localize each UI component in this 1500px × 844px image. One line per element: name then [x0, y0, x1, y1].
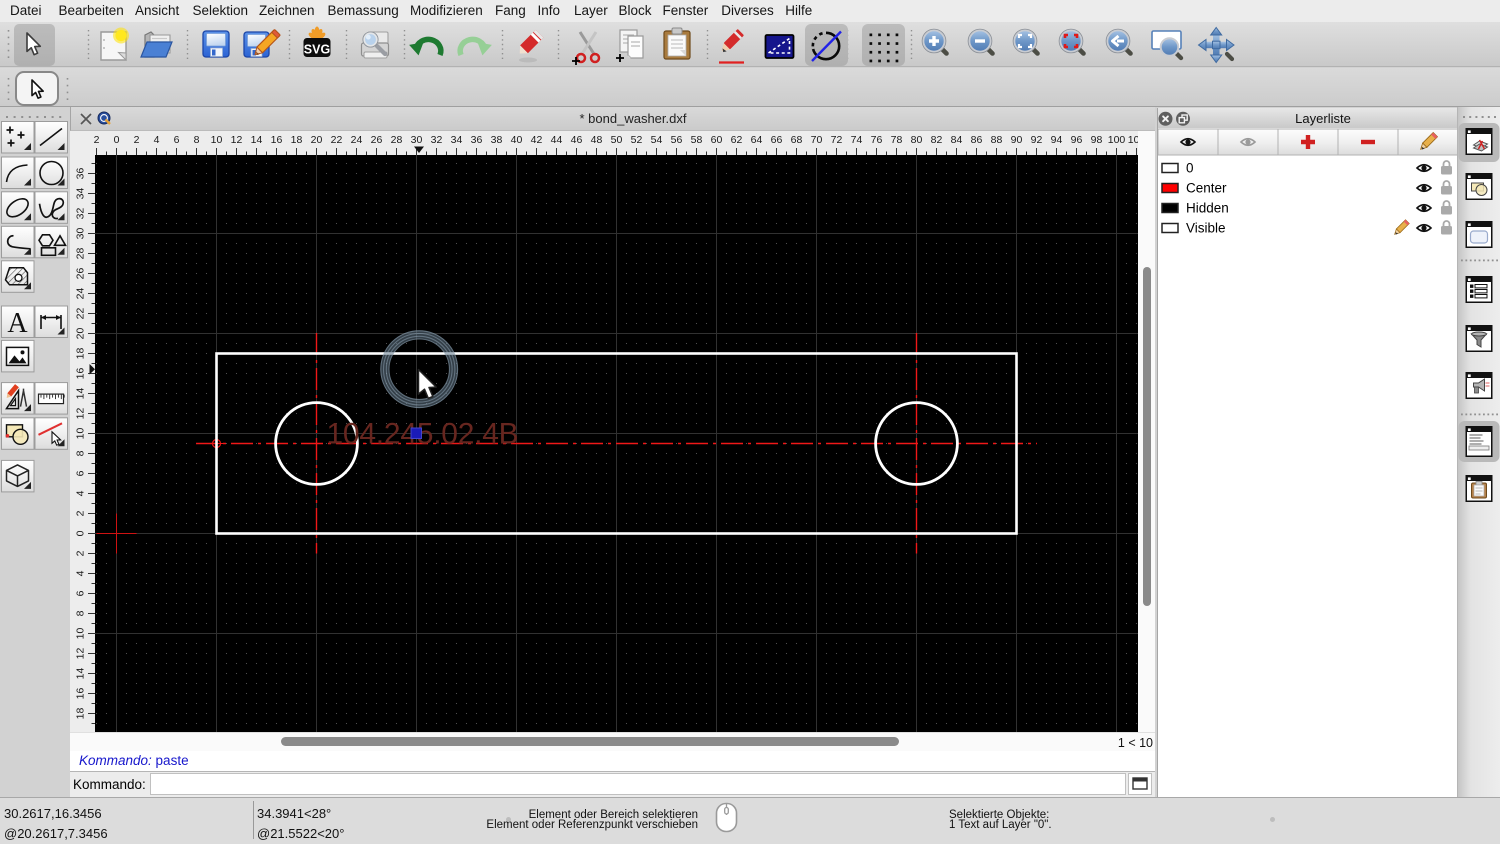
svg-text:Hidden: Hidden — [1186, 201, 1229, 216]
svg-text:70: 70 — [811, 134, 823, 146]
svg-text:78: 78 — [891, 134, 903, 146]
svg-text:0: 0 — [114, 134, 120, 146]
svg-text:28: 28 — [74, 248, 86, 260]
svg-text:86: 86 — [971, 134, 983, 146]
svg-text:0: 0 — [74, 530, 86, 536]
svg-text:18: 18 — [74, 708, 86, 720]
svg-text:Layerliste: Layerliste — [1295, 111, 1351, 126]
svg-text:104.245.02.4B: 104.245.02.4B — [327, 417, 519, 450]
svg-text:64: 64 — [751, 134, 763, 146]
svg-text:74: 74 — [851, 134, 863, 146]
svg-text:14: 14 — [74, 388, 86, 400]
svg-text:20: 20 — [311, 134, 323, 146]
svg-text:6: 6 — [74, 590, 86, 596]
svg-text:68: 68 — [791, 134, 803, 146]
svg-text:26: 26 — [74, 268, 86, 280]
svg-text:14: 14 — [74, 668, 86, 680]
svg-text:8: 8 — [74, 610, 86, 616]
svg-text:88: 88 — [991, 134, 1003, 146]
svg-text:2: 2 — [94, 134, 100, 146]
svg-text:82: 82 — [931, 134, 943, 146]
svg-text:58: 58 — [691, 134, 703, 146]
svg-text:34: 34 — [451, 134, 463, 146]
svg-text:4: 4 — [74, 570, 86, 576]
svg-text:10: 10 — [211, 134, 223, 146]
svg-text:30: 30 — [74, 228, 86, 240]
svg-text:94: 94 — [1051, 134, 1063, 146]
svg-text:22: 22 — [331, 134, 343, 146]
svg-text:Visible: Visible — [1186, 221, 1226, 236]
svg-text:2: 2 — [74, 550, 86, 556]
svg-text:8: 8 — [194, 134, 200, 146]
svg-text:46: 46 — [571, 134, 583, 146]
svg-text:32: 32 — [431, 134, 443, 146]
svg-text:16: 16 — [74, 688, 86, 700]
svg-text:SVG: SVG — [304, 43, 330, 57]
svg-text:10: 10 — [74, 428, 86, 440]
svg-text:A: A — [7, 308, 28, 339]
svg-text:12: 12 — [231, 134, 243, 146]
svg-text:16: 16 — [74, 368, 86, 380]
svg-text:24: 24 — [74, 288, 86, 300]
svg-text:0: 0 — [1186, 161, 1194, 176]
svg-text:2: 2 — [74, 510, 86, 516]
svg-text:34: 34 — [74, 188, 86, 200]
svg-text:40: 40 — [511, 134, 523, 146]
svg-text:30: 30 — [411, 134, 423, 146]
svg-text:18: 18 — [291, 134, 303, 146]
svg-text:56: 56 — [671, 134, 683, 146]
svg-text:20: 20 — [74, 328, 86, 340]
svg-text:62: 62 — [731, 134, 743, 146]
svg-text:16: 16 — [271, 134, 283, 146]
svg-text:12: 12 — [74, 408, 86, 420]
svg-text:98: 98 — [1091, 134, 1103, 146]
svg-text:6: 6 — [74, 470, 86, 476]
svg-text:4: 4 — [154, 134, 160, 146]
svg-text:18: 18 — [74, 348, 86, 360]
svg-text:44: 44 — [551, 134, 563, 146]
svg-text:92: 92 — [1031, 134, 1043, 146]
svg-text:6: 6 — [174, 134, 180, 146]
svg-text:14: 14 — [251, 134, 263, 146]
svg-text:24: 24 — [351, 134, 363, 146]
svg-text:72: 72 — [831, 134, 843, 146]
svg-text:76: 76 — [871, 134, 883, 146]
svg-text:54: 54 — [651, 134, 663, 146]
svg-text:4: 4 — [74, 490, 86, 496]
svg-text:26: 26 — [371, 134, 383, 146]
svg-text:60: 60 — [711, 134, 723, 146]
svg-text:Center: Center — [1186, 181, 1227, 196]
svg-text:38: 38 — [491, 134, 503, 146]
svg-text:66: 66 — [771, 134, 783, 146]
svg-text:2: 2 — [134, 134, 140, 146]
svg-text:32: 32 — [74, 208, 86, 220]
svg-text:50: 50 — [611, 134, 623, 146]
svg-text:96: 96 — [1071, 134, 1083, 146]
svg-text:84: 84 — [951, 134, 963, 146]
svg-text:36: 36 — [471, 134, 483, 146]
svg-text:102: 102 — [1128, 134, 1138, 146]
svg-text:100: 100 — [1108, 134, 1126, 146]
svg-text:52: 52 — [631, 134, 643, 146]
svg-text:22: 22 — [74, 308, 86, 320]
svg-text:90: 90 — [1011, 134, 1023, 146]
svg-text:48: 48 — [591, 134, 603, 146]
svg-text:12: 12 — [74, 648, 86, 660]
svg-text:10: 10 — [74, 628, 86, 640]
svg-text:36: 36 — [74, 168, 86, 180]
svg-text:8: 8 — [74, 450, 86, 456]
svg-text:80: 80 — [911, 134, 923, 146]
svg-text:28: 28 — [391, 134, 403, 146]
svg-text:42: 42 — [531, 134, 543, 146]
